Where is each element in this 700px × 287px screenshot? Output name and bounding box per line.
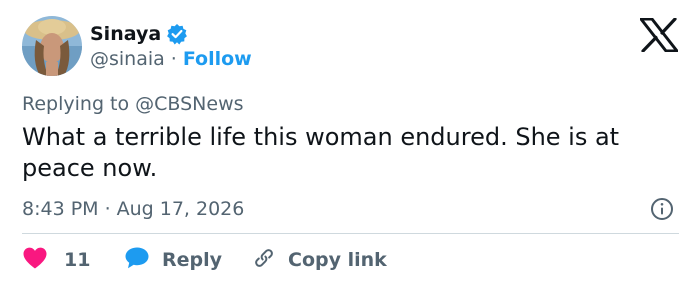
copy-link-label: Copy link	[288, 249, 387, 271]
author-name-row[interactable]: Sinaya	[90, 22, 188, 46]
like-button[interactable]: 11	[22, 246, 92, 275]
tweet-timestamp[interactable]: 8:43 PM · Aug 17, 2026	[22, 197, 244, 221]
like-count: 11	[64, 249, 91, 271]
follow-button[interactable]: Follow	[183, 47, 252, 71]
tweet-text: What a terrible life this woman endured.…	[22, 123, 620, 182]
author-handle-row: @sinaia · Follow	[90, 47, 252, 71]
heart-icon	[22, 246, 48, 275]
tweet-date[interactable]: Aug 17, 2026	[117, 197, 245, 221]
author-display-name[interactable]: Sinaya	[90, 22, 161, 46]
info-icon[interactable]	[650, 197, 674, 221]
copy-link-button[interactable]: Copy link	[252, 246, 387, 275]
tweet-actions: 11 Reply Copy link	[22, 246, 387, 274]
tweet-time[interactable]: 8:43 PM	[22, 197, 99, 221]
reply-context-mention[interactable]: @CBSNews	[135, 93, 243, 115]
reply-label: Reply	[162, 249, 223, 271]
author-handle[interactable]: @sinaia	[90, 47, 165, 71]
avatar-photo	[22, 16, 82, 76]
speech-bubble-icon	[124, 246, 150, 275]
avatar[interactable]	[22, 16, 82, 76]
reply-button[interactable]: Reply	[124, 246, 222, 275]
verified-badge-icon	[166, 23, 188, 45]
timestamp-separator: ·	[104, 198, 111, 220]
x-logo-icon[interactable]	[639, 17, 679, 53]
reply-context-prefix: Replying to	[22, 93, 136, 115]
link-icon	[252, 246, 276, 275]
tweet-embed-card: Sinaya @sinaia · Follow Replying to @CBS…	[0, 0, 700, 287]
divider	[22, 233, 679, 234]
reply-context: Replying to @CBSNews	[22, 92, 244, 116]
handle-separator: ·	[170, 48, 177, 70]
